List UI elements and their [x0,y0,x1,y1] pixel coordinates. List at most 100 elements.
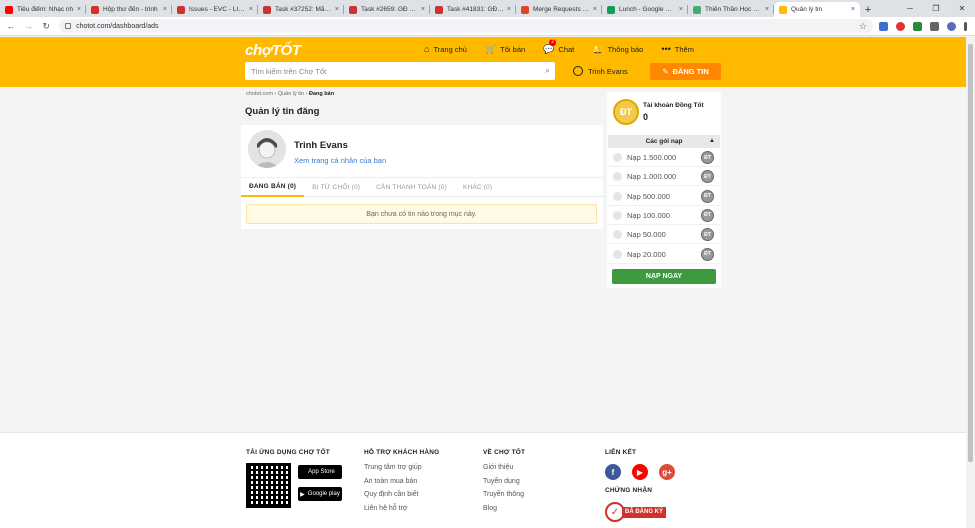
google-play-button[interactable]: ▶ Google play [298,487,342,501]
topup-button[interactable]: NẠP NGAY [612,269,716,284]
radio-button[interactable] [613,249,622,259]
browser-tab[interactable]: Task #41831: GĐ - L × [430,2,516,17]
site-footer: TẢI ỨNG DỤNG CHỢ TỐT App Store ▶ Google … [0,432,966,528]
browser-tab[interactable]: Merge Requests - E × [516,2,602,17]
tab-close-icon[interactable]: × [851,6,855,13]
nav-label: Thông báo [607,44,644,54]
nav-item-more[interactable]: ••• Thêm [661,44,694,54]
youtube-icon[interactable]: ▶ [632,464,648,480]
tab-close-icon[interactable]: × [421,6,425,13]
facebook-icon[interactable]: f [605,464,621,480]
browser-tab[interactable]: Lunch - Google She × [602,2,688,17]
google-play-label: Google play [307,491,340,497]
puzzle-extension-icon[interactable] [929,21,939,31]
menu-kebab-icon[interactable] [963,21,967,31]
restore-icon[interactable]: ❐ [923,0,949,17]
nav-item-basket[interactable]: 🛒 Tôi bán [485,44,525,55]
tab-close-icon[interactable]: × [335,6,339,13]
browser-tab[interactable]: Quản lý tin × [774,2,860,17]
play-icon: ▶ [300,491,305,498]
footer-link[interactable]: Giới thiệu [483,464,525,471]
opera-extension-icon[interactable] [895,21,905,31]
footer-link[interactable]: Trung tâm trợ giúp [364,464,439,471]
tab-close-icon[interactable]: × [765,6,769,13]
footer-link[interactable]: Tuyển dụng [483,478,525,485]
tab-close-icon[interactable]: × [163,6,167,13]
browser-tab[interactable]: Thiên Thần Học Việ × [688,2,774,17]
registered-certificate-badge[interactable]: ✓ ĐÃ ĐĂNG KÝ [605,502,671,522]
reload-icon[interactable]: ↻ [39,19,53,33]
nav-item-home[interactable]: ⌂ Trang chủ [424,44,467,54]
avatar[interactable] [248,130,286,168]
tab-title: Thiên Thần Học Việ [705,6,762,13]
browser-tab[interactable]: Task #2659: GĐ - Hi × [344,2,430,17]
cert-badge-label: ĐÃ ĐĂNG KÝ [622,506,667,518]
bookmark-star-icon[interactable]: ☆ [859,21,867,32]
footer-link[interactable]: Liên hệ hỗ trợ [364,505,439,512]
topup-package-option[interactable]: Nạp 1.500.000 ĐT [608,149,720,167]
bell-icon: 🔔 [592,43,604,54]
tab-close-icon[interactable]: × [249,6,253,13]
translate-extension-icon[interactable] [878,21,888,31]
nav-item-chat[interactable]: 💬 2 Chat [543,38,574,55]
topup-package-option[interactable]: Nạp 20.000 ĐT [608,246,720,264]
footer-app-title: TẢI ỨNG DỤNG CHỢ TỐT [246,449,330,456]
user-menu[interactable]: Trinh Evans [573,66,628,76]
topup-package-option[interactable]: Nạp 1.000.000 ĐT [608,168,720,187]
nav-item-bell[interactable]: 🔔 Thông báo [592,44,643,55]
search-input[interactable]: Tìm kiếm trên Chợ Tốt ⌕ [245,62,555,80]
ad-tab[interactable]: ĐANG BÁN (0) [241,177,305,197]
post-ad-button[interactable]: ✎ ĐĂNG TIN [650,63,721,80]
forward-icon[interactable]: → [22,19,36,33]
back-icon[interactable]: ← [4,19,18,33]
ad-tab[interactable]: BỊ TỪ CHỐI (0) [304,177,368,197]
topup-package-option[interactable]: Nạp 500.000 ĐT [608,188,720,206]
radio-button[interactable] [613,191,622,201]
footer-link[interactable]: Truyền thông [483,491,525,498]
breadcrumb-home[interactable]: chotot.com [246,91,273,97]
breadcrumb-manage[interactable]: Quản lý tin [278,91,304,97]
post-ad-label: ĐĂNG TIN [672,67,709,76]
footer-contact-title: LIÊN KẾT [605,449,637,456]
close-window-icon[interactable]: ✕ [949,0,975,17]
basket-icon: 🛒 [484,43,497,54]
ad-tab[interactable]: CẦN THANH TOÁN (0) [368,177,455,197]
tab-title: Quản lý tin [791,6,823,13]
tab-close-icon[interactable]: × [679,6,683,13]
footer-link[interactable]: Quy định cần biết [364,491,439,498]
tab-close-icon[interactable]: × [77,6,81,13]
minimize-icon[interactable]: ─ [897,0,923,17]
ad-tab[interactable]: KHÁC (0) [455,177,500,197]
footer-link[interactable]: Blog [483,505,525,512]
scrollbar-thumb[interactable] [968,44,973,462]
search-icon[interactable]: ⌕ [545,65,550,76]
radio-button[interactable] [613,172,622,182]
footer-link[interactable]: An toàn mua bán [364,478,439,485]
chotot-logo[interactable]: chợTỐT [245,42,301,59]
tab-close-icon[interactable]: × [507,6,511,13]
tab-close-icon[interactable]: × [593,6,597,13]
topup-package-option[interactable]: Nạp 50.000 ĐT [608,226,720,245]
browser-tab[interactable]: Hộp thư đến - trinh × [86,2,172,17]
profile-avatar-icon[interactable] [946,21,956,31]
browser-tab[interactable]: Task #37252: Mãi ba × [258,2,344,17]
package-label: Nạp 100.000 [627,210,670,220]
app-store-label: App Store [308,469,335,475]
tab-favicon-icon [177,5,185,14]
url-field[interactable]: chotot.com/dashboard/ads ☆ [59,19,873,33]
topup-package-option[interactable]: Nạp 100.000 ĐT [608,207,720,225]
browser-tab[interactable]: Tiêu điểm: Nhạc nh × [0,2,86,17]
page-scrollbar[interactable] [966,37,975,528]
radio-button[interactable] [613,230,622,240]
new-tab-button[interactable]: + [860,2,876,17]
home-icon: ⌂ [424,44,430,54]
green-extension-icon[interactable] [912,21,922,31]
radio-button[interactable] [613,210,622,220]
browser-tab[interactable]: Issues - EVC - LIFE × [172,2,258,17]
google-plus-icon[interactable]: g+ [659,464,675,480]
view-profile-link[interactable]: Xem trang cá nhân của bạn [294,156,386,165]
radio-button[interactable] [613,153,622,162]
app-store-button[interactable]: App Store [298,465,342,479]
tab-favicon-icon [435,5,443,14]
packages-header[interactable]: Các gói nạp ▲ [608,135,720,148]
